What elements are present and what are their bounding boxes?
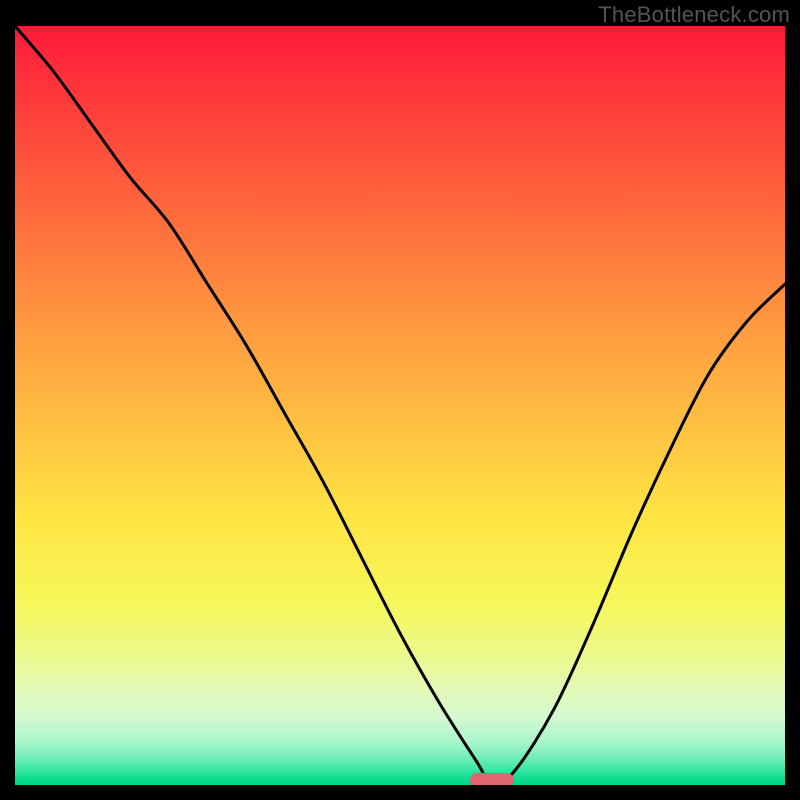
- optimal-marker: [470, 773, 514, 785]
- chart-frame: TheBottleneck.com: [0, 0, 800, 800]
- watermark-text: TheBottleneck.com: [598, 2, 790, 28]
- plot-area: [15, 26, 785, 785]
- bottleneck-curve: [15, 26, 785, 785]
